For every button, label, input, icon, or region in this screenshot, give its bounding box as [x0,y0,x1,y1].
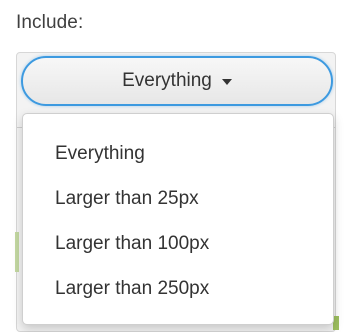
include-label: Include: [16,12,84,33]
select-value: Everything [122,70,212,91]
menu-item-larger-than-100px[interactable]: Larger than 100px [23,224,333,269]
menu-item-larger-than-250px[interactable]: Larger than 250px [23,269,333,314]
include-dropdown-menu: Everything Larger than 25px Larger than … [22,113,334,325]
menu-item-larger-than-25px[interactable]: Larger than 25px [23,179,333,224]
include-filter-widget: Include: Everything Everything Larger th… [0,0,348,332]
caret-down-icon [221,79,232,85]
menu-item-everything[interactable]: Everything [23,134,333,179]
background-accent-mark [15,232,19,272]
include-select-button[interactable]: Everything [21,56,333,106]
